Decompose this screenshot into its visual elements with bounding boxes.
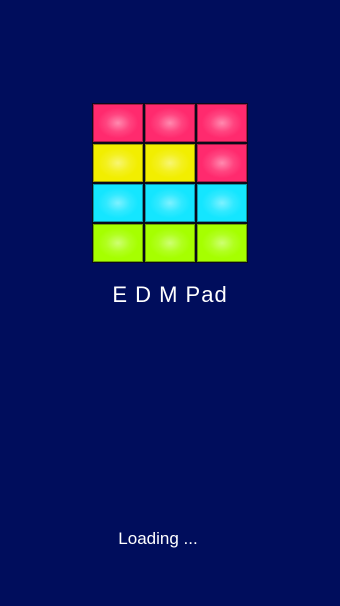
- logo-pad: [93, 184, 143, 222]
- logo-pad: [145, 184, 195, 222]
- splash-screen: E D M Pad Loading ...: [0, 0, 340, 606]
- logo-pad: [145, 104, 195, 142]
- logo-pad: [197, 144, 247, 182]
- pad-grid-logo-icon: [92, 103, 248, 263]
- logo-pad: [197, 224, 247, 262]
- logo-pad: [197, 184, 247, 222]
- loading-text: Loading ...: [118, 529, 198, 548]
- logo-pad: [197, 104, 247, 142]
- app-title: E D M Pad: [112, 282, 228, 307]
- logo-pad: [93, 144, 143, 182]
- logo-pad: [145, 224, 195, 262]
- logo-pad: [93, 104, 143, 142]
- logo-pad: [93, 224, 143, 262]
- logo-pad: [145, 144, 195, 182]
